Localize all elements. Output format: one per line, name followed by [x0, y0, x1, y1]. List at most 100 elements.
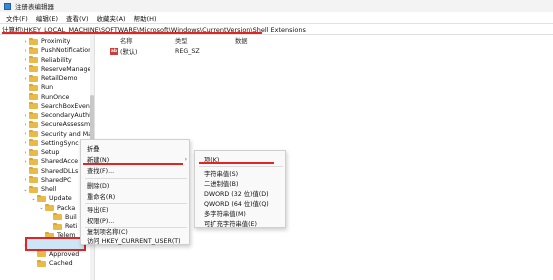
menu-bar: 文件(F) 编辑(E) 查看(V) 收藏夹(A) 帮助(H) [0, 12, 553, 23]
folder-icon [29, 185, 38, 193]
menu-help[interactable]: 帮助(H) [130, 13, 161, 23]
tree-item[interactable]: › PushNotifications [22, 46, 94, 55]
context-menu: 折叠 新建(N) › 查找(F)... 删除(D) 重命名(R) 导出(E) 权限… [80, 139, 190, 245]
tree-item-label: SettingSync [41, 139, 79, 147]
tree-item-label: Run [41, 84, 54, 92]
folder-icon [29, 120, 38, 128]
tree-item[interactable]: RunOnce [22, 93, 69, 102]
tree-item[interactable]: Buil [46, 213, 77, 222]
tree-item[interactable]: SharedDLLs [22, 167, 78, 176]
chevron-right-icon[interactable]: › [22, 159, 29, 165]
folder-icon [45, 204, 54, 211]
menu-edit[interactable]: 编辑(E) [32, 13, 62, 23]
tree-selection-highlight [25, 237, 86, 251]
ctx-collapse[interactable]: 折叠 [81, 143, 191, 154]
value-row[interactable]: ab (默认) REG_SZ [95, 46, 553, 56]
tree-item[interactable]: › SharedAcce [22, 157, 78, 166]
folder-icon [29, 139, 38, 147]
folder-icon [29, 37, 38, 45]
column-data-header[interactable]: 数据 [235, 36, 248, 45]
folder-icon [53, 213, 62, 221]
chevron-right-icon[interactable]: › [22, 66, 29, 72]
menu-file[interactable]: 文件(F) [2, 13, 32, 23]
tree-item-label: Reti [65, 223, 78, 230]
chevron-right-icon[interactable]: › [22, 39, 29, 45]
tree-item-label: SharedDLLs [41, 167, 79, 175]
folder-icon [53, 222, 62, 230]
column-name-header[interactable]: 名称 [120, 36, 133, 45]
menu-favorites[interactable]: 收藏夹(A) [93, 13, 130, 23]
tree-item[interactable]: › SettingSync [22, 139, 79, 148]
folder-icon [29, 148, 38, 156]
tree-item[interactable]: ⌄ Update [30, 194, 72, 203]
ctx-goto-hkcu[interactable]: 访问 HKEY_CURRENT_USER(T) [81, 235, 191, 246]
tree-item-label: ReserveManager [41, 65, 94, 73]
folder-icon [37, 250, 46, 258]
new-item-underline [83, 163, 183, 165]
tree-item[interactable]: › Proximity [22, 37, 70, 46]
chevron-down-icon[interactable]: ⌄ [30, 196, 37, 202]
chevron-right-icon[interactable]: › [22, 57, 29, 63]
folder-icon [29, 102, 38, 110]
tree-item-label: Setup [41, 149, 60, 156]
string-value-icon: ab [110, 47, 118, 55]
tree-item[interactable]: ⌄ Packa [38, 204, 75, 213]
ctx-separator [199, 166, 283, 167]
chevron-right-icon[interactable]: › [22, 122, 29, 128]
tree-item[interactable]: › SecureAssessment [22, 120, 94, 129]
ctx-export[interactable]: 导出(E) [81, 204, 191, 215]
chevron-right-icon[interactable]: › [22, 113, 29, 119]
tree-item[interactable]: › SharedPC [22, 176, 71, 185]
tree-item[interactable]: SearchBoxEventArg [22, 102, 94, 111]
chevron-right-icon[interactable]: › [22, 177, 29, 183]
key-item-underline [199, 162, 274, 164]
window-title: 注册表编辑器 [15, 3, 54, 11]
ctx-find[interactable]: 查找(F)... [81, 165, 191, 176]
chevron-right-icon[interactable]: › [22, 131, 29, 137]
ctx-rename[interactable]: 重命名(R) [81, 191, 191, 202]
folder-icon [29, 74, 38, 82]
folder-icon [29, 93, 38, 100]
tree-item[interactable]: Cached [30, 259, 73, 268]
folder-icon [29, 157, 38, 165]
menu-view[interactable]: 查看(V) [62, 13, 93, 23]
tree-item[interactable]: ⌄ Shell [22, 185, 56, 194]
tree-item[interactable]: › RetailDemo [22, 74, 78, 83]
ctx-permissions[interactable]: 权限(P)... [81, 215, 191, 226]
folder-icon [29, 176, 38, 184]
folder-icon [29, 167, 38, 174]
tree-item[interactable]: › SecondaryAuthFacto [22, 111, 94, 120]
tree-item-label: SecondaryAuthFacto [41, 112, 94, 119]
value-type: REG_SZ [175, 47, 200, 55]
tree-item-label: PushNotifications [41, 47, 94, 55]
value-name: (默认) [120, 48, 138, 56]
tree-item[interactable]: › ReserveManager [22, 65, 94, 74]
tree-item-label: Proximity [41, 38, 71, 45]
tree-item-label: SharedPC [41, 176, 72, 184]
tree-item-label: SecureAssessment [41, 121, 94, 129]
tree-item-label: Approved [49, 250, 80, 258]
tree-item-label: Packa [57, 204, 76, 212]
chevron-right-icon[interactable]: › [22, 140, 29, 146]
tree-item[interactable]: Reti [46, 222, 77, 231]
tree-item-label: Shell [41, 186, 57, 193]
tree-item[interactable]: Run [22, 83, 53, 92]
column-type-header[interactable]: 类型 [175, 36, 188, 45]
folder-icon [29, 111, 38, 119]
chevron-down-icon[interactable]: ⌄ [22, 187, 29, 193]
chevron-right-icon[interactable]: › [22, 76, 29, 82]
tree-item-label: RetailDemo [41, 75, 78, 82]
chevron-right-icon[interactable]: › [22, 48, 29, 54]
tree-item[interactable]: › Setup [22, 148, 59, 157]
chevron-down-icon[interactable]: ⌄ [38, 205, 45, 211]
ctx-delete[interactable]: 删除(D) [81, 180, 191, 191]
folder-icon [37, 259, 46, 267]
tree-item[interactable]: › Reliability [22, 56, 72, 65]
submenu-expandable-string-value[interactable]: 可扩充字符串值(E) [195, 218, 287, 229]
tree-item[interactable]: Approved [30, 250, 79, 259]
folder-icon [29, 130, 38, 137]
title-bar: 注册表编辑器 [0, 0, 553, 12]
tree-item[interactable]: › Security and Mainte [22, 130, 94, 139]
chevron-right-icon[interactable]: › [22, 150, 29, 156]
tree-item-label: Buil [65, 213, 77, 221]
